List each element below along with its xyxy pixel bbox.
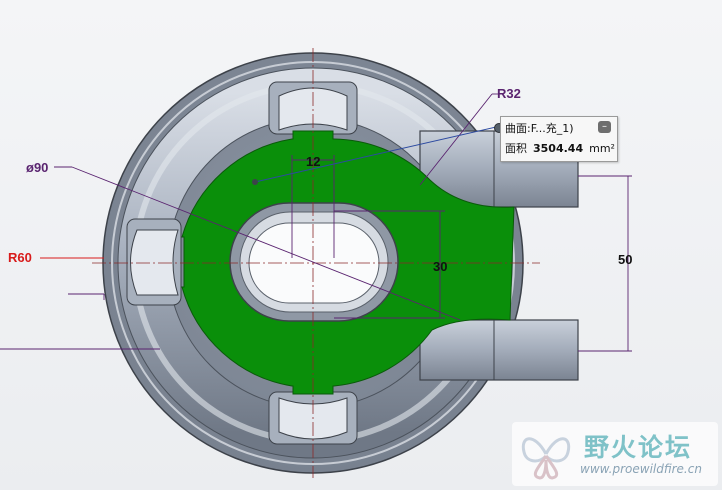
area-readout: 面积 3504.44 mm² [505,141,615,157]
dim-r60-label[interactable]: R60 [8,250,32,265]
minus-icon[interactable]: – [598,121,611,133]
area-label: 面积 [505,142,527,155]
clip-left[interactable] [126,218,182,306]
measure-callout[interactable]: 曲面:F...充_1) – 面积 3504.44 mm² [500,116,618,162]
watermark-url: www.proewildfire.cn [580,462,702,476]
dim-diameter-label[interactable]: ø90 [26,160,48,175]
forum-watermark: 野火论坛 www.proewildfire.cn [512,422,718,486]
area-unit: mm² [589,142,615,155]
watermark-title: 野火论坛 [584,433,693,462]
butterfly-logo-icon [521,437,571,480]
surface-reference: 曲面:F...充_1) [505,122,574,135]
dim-r32-label[interactable]: R32 [497,86,521,101]
cad-viewport[interactable]: ø90 R60 R32 12 30 50 [0,0,722,490]
dim-spacing-label[interactable]: 50 [618,252,632,267]
pick-point [252,179,258,185]
dim-width-label[interactable]: 12 [306,154,320,169]
area-value: 3504.44 [533,142,584,155]
dim-height-label[interactable]: 30 [433,259,447,274]
